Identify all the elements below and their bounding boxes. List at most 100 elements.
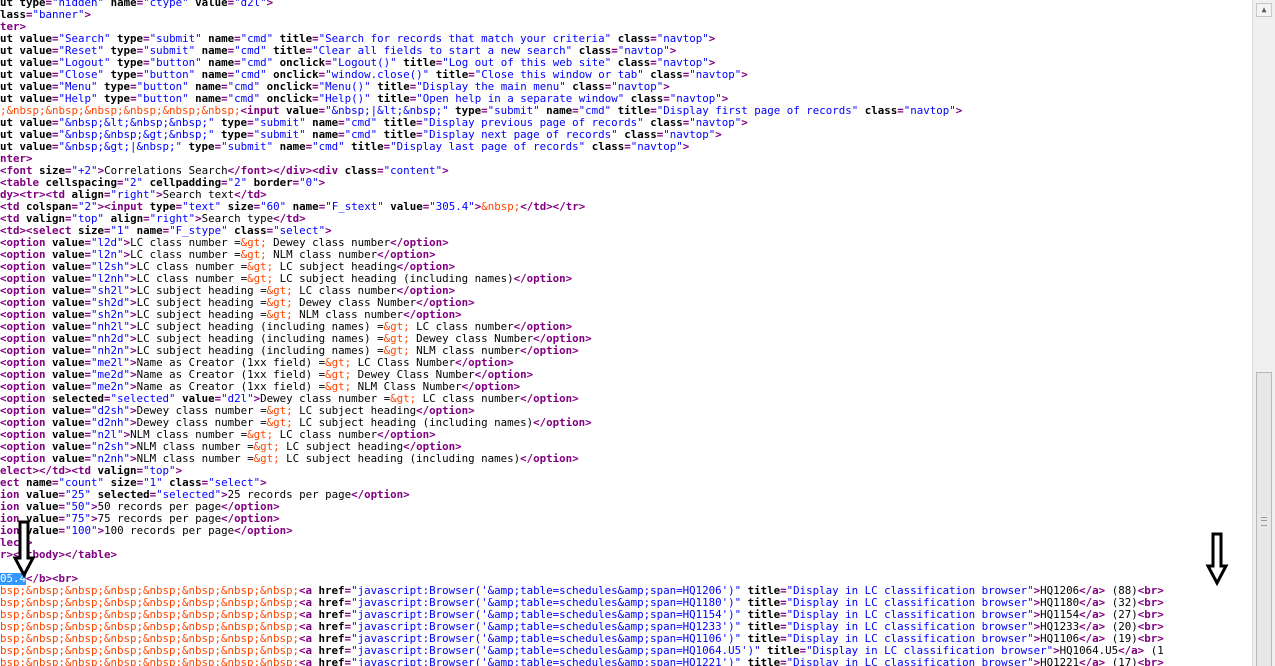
source-line: <td colspan="2"><input type="text" size=… — [0, 201, 1252, 213]
source-token: </option> — [455, 357, 514, 369]
source-token: "navtop" — [630, 141, 683, 153]
source-line: <option value="me2d">Name as Creator (1x… — [0, 369, 1252, 381]
source-token: title — [741, 597, 781, 609]
source-token: &gt; — [266, 309, 293, 321]
source-token: bsp;&nbsp;&nbsp;&nbsp;&nbsp;&nbsp;&nbsp;… — [0, 585, 300, 597]
source-token: NLM class number = — [136, 441, 254, 453]
source-token: &gt; — [266, 417, 293, 429]
source-token: "Help()" — [318, 93, 371, 105]
source-token: Name as Creator (1xx field) = — [136, 357, 326, 369]
source-token: "navtop" — [656, 33, 709, 45]
scroll-grip-icon — [1261, 517, 1267, 526]
source-token: LC subject heading = — [136, 285, 267, 297]
source-token: "selected" — [156, 489, 222, 501]
source-token: ion — [0, 501, 20, 513]
source-token: <br> — [1137, 621, 1164, 633]
source-line: 05.4</b><br> — [0, 573, 1252, 585]
source-line: lect> — [0, 537, 1252, 549]
source-token: value — [45, 333, 85, 345]
source-token: dy><tr><td — [0, 189, 66, 201]
vertical-scrollbar[interactable]: ▲ — [1252, 0, 1275, 666]
source-token: "Close this window or tab" — [474, 69, 644, 81]
source-token: <option — [0, 357, 46, 369]
source-token: </a> — [1079, 633, 1106, 645]
source-token: > — [325, 225, 332, 237]
source-token: "text" — [182, 201, 222, 213]
source-token: "d2l" — [234, 0, 267, 9]
source-token: ut value — [0, 81, 53, 93]
source-token: ut value — [0, 129, 53, 141]
source-token: > — [266, 0, 274, 9]
source-token: "cmd" — [234, 45, 267, 57]
source-token: href — [312, 645, 345, 657]
source-token: </option> — [520, 393, 579, 405]
source-token: </option> — [461, 381, 521, 393]
source-token: cellpadding — [143, 177, 222, 189]
source-token: LC subject heading (including names) — [292, 417, 534, 429]
source-token: HQ1180 — [1040, 597, 1080, 609]
source-token: "d2sh" — [91, 405, 131, 417]
source-line: ter> — [0, 21, 1252, 33]
source-token: </a> — [1079, 657, 1106, 666]
source-token: LC class number — [409, 321, 514, 333]
source-token: title — [377, 117, 417, 129]
source-token: value — [45, 297, 85, 309]
source-token: "top" — [143, 465, 176, 477]
source-token: title — [370, 93, 410, 105]
source-token: > — [741, 69, 748, 81]
scroll-thumb[interactable] — [1256, 372, 1272, 666]
source-token: "sh2d" — [91, 297, 131, 309]
source-token: title — [741, 609, 781, 621]
source-token: NLM Class Number — [351, 381, 462, 393]
source-token: LC class number — [273, 429, 378, 441]
source-token: HQ1206 — [1040, 585, 1080, 597]
source-token: > — [715, 129, 722, 141]
source-token: "l2n" — [91, 249, 124, 261]
source-token: &gt; — [247, 429, 274, 441]
source-token: Dewey class number — [266, 237, 391, 249]
source-token: title — [344, 141, 384, 153]
source-token: class — [227, 225, 267, 237]
source-token: "75" — [65, 513, 92, 525]
source-line: ut value="Logout" type="button" name="cm… — [0, 57, 1252, 69]
scroll-up-arrow-icon[interactable]: ▲ — [1256, 3, 1272, 17]
source-token: (1 — [1144, 645, 1164, 657]
source-token: value — [45, 441, 85, 453]
source-line: ut value="&nbsp;&nbsp;&gt;&nbsp;" type="… — [0, 129, 1252, 141]
source-token: value — [45, 369, 85, 381]
source-token: LC class number — [416, 393, 521, 405]
source-token: &nbsp; — [481, 201, 521, 213]
source-token: </option> — [390, 237, 449, 249]
source-line: <option value="n2sh">NLM class number =&… — [0, 441, 1252, 453]
source-token: <option — [0, 405, 46, 417]
source-token: 50 records per page — [97, 501, 222, 513]
source-token: > — [318, 177, 326, 189]
source-token: Search type — [201, 213, 274, 225]
source-line: bsp;&nbsp;&nbsp;&nbsp;&nbsp;&nbsp;&nbsp;… — [0, 645, 1252, 657]
source-token: title — [741, 621, 781, 633]
source-line: <option value="me2n">Name as Creator (1x… — [0, 381, 1252, 393]
source-token: "Display first page of records" — [656, 105, 859, 117]
source-token: NLM class number = — [130, 429, 248, 441]
source-token: type — [182, 141, 215, 153]
source-token: "2" — [227, 177, 248, 189]
source-token: Dewey Class Number — [351, 369, 475, 381]
source-token: value — [45, 261, 85, 273]
source-token: &gt; — [240, 237, 267, 249]
source-token: title — [266, 45, 306, 57]
source-line: bsp;&nbsp;&nbsp;&nbsp;&nbsp;&nbsp;&nbsp;… — [0, 657, 1252, 666]
source-token: "cmd" — [344, 117, 378, 129]
source-token: "Display last page of records" — [390, 141, 586, 153]
view-source-pane[interactable]: ut type="hidden" name="ctype" value="d2l… — [0, 0, 1252, 666]
source-token: LC subject heading = — [136, 309, 267, 321]
source-token: class — [624, 93, 664, 105]
source-token: class — [611, 33, 651, 45]
source-line: <option value="sh2n">LC subject heading … — [0, 309, 1252, 321]
source-token: LC subject heading — [292, 405, 417, 417]
source-token: "submit" — [143, 45, 196, 57]
source-token: "selected" — [110, 393, 176, 405]
source-token: "select" — [208, 477, 261, 489]
source-token: "button" — [149, 57, 202, 69]
source-token: "1" — [110, 225, 131, 237]
source-token: <option — [0, 417, 46, 429]
